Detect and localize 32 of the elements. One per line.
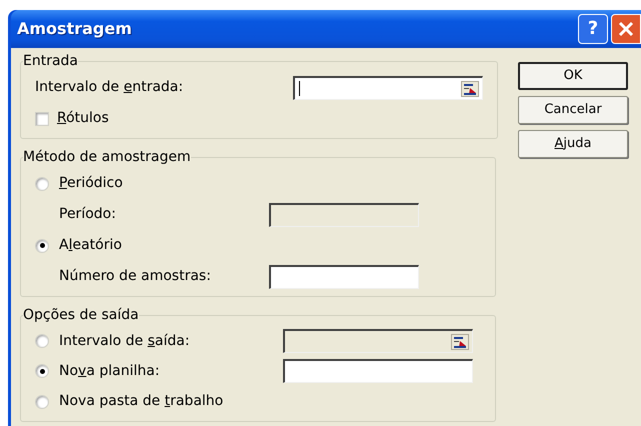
group-title: Entrada — [23, 52, 78, 71]
radio-button[interactable] — [35, 176, 49, 190]
range-picker-icon[interactable] — [461, 80, 479, 96]
dialog-button[interactable]: Cancelar — [518, 96, 628, 124]
field-label: Número de amostras: — [58, 267, 212, 286]
radio-label: Intervalo de saída: — [58, 332, 191, 350]
button-label: Cancelar — [544, 102, 602, 118]
input-field[interactable] — [283, 359, 473, 383]
dialog-button[interactable]: Ajuda — [518, 130, 628, 158]
radio-button[interactable] — [35, 364, 49, 378]
radio-label: Nova pasta de trabalho — [59, 392, 224, 411]
button-label: OK — [564, 68, 582, 84]
group-title: Método de amostragem — [23, 148, 191, 167]
input-field[interactable] — [269, 264, 419, 288]
close-button[interactable] — [611, 14, 641, 44]
dialog-button[interactable]: OK — [518, 62, 628, 90]
field-label: Período: — [58, 205, 117, 224]
close-icon — [618, 21, 634, 37]
window-title: Amostragem — [17, 18, 132, 40]
radio-label: Aleatório — [59, 236, 122, 255]
checkbox-label: Rótulos — [57, 109, 109, 128]
radio-label: Nova planilha: — [58, 362, 161, 380]
help-button[interactable]: ? — [578, 14, 608, 44]
field-label: Intervalo de entrada: — [35, 78, 184, 97]
text-cursor — [299, 80, 300, 96]
radio-button[interactable] — [35, 238, 49, 252]
radio-button[interactable] — [35, 394, 49, 408]
radio-label: Periódico — [59, 174, 123, 193]
button-label: Ajuda — [554, 136, 592, 152]
checkbox[interactable] — [35, 112, 49, 126]
group-title: Opções de saída — [23, 306, 139, 325]
input-field[interactable] — [293, 76, 483, 100]
